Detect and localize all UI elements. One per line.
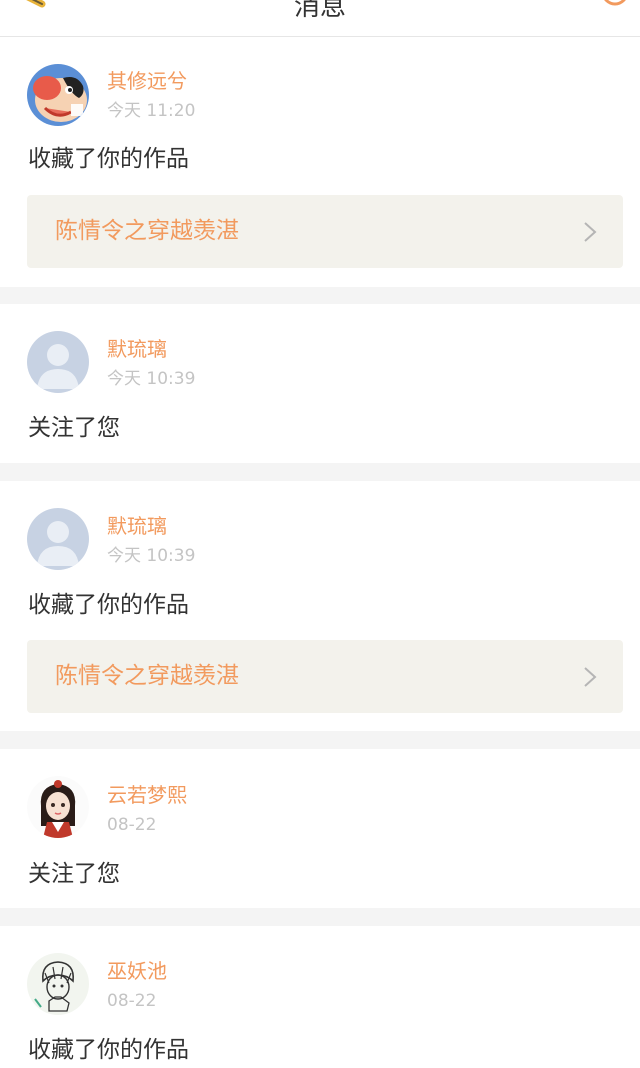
timestamp: 08-22 xyxy=(107,991,157,1011)
message-card[interactable]: 其修远兮 今天 11:20 收藏了你的作品 陈情令之穿越羡湛 xyxy=(0,37,640,287)
timestamp: 08-22 xyxy=(107,815,157,835)
work-link[interactable]: 陈情令之穿越羡湛 xyxy=(27,640,623,713)
username[interactable]: 巫妖池 xyxy=(107,959,167,983)
anime-girl-avatar-icon xyxy=(27,776,89,838)
sketch-boy-avatar-icon xyxy=(27,953,89,1015)
action-text: 收藏了你的作品 xyxy=(28,1037,189,1063)
message-card[interactable]: 默琉璃 今天 10:39 收藏了你的作品 陈情令之穿越羡湛 xyxy=(0,481,640,731)
avatar[interactable] xyxy=(27,953,89,1015)
action-text: 关注了您 xyxy=(28,861,120,887)
top-bar: 消息 xyxy=(0,0,640,37)
avatar[interactable] xyxy=(27,64,89,126)
username[interactable]: 默琉璃 xyxy=(107,514,167,538)
timestamp: 今天 10:39 xyxy=(107,369,196,389)
chevron-right-icon xyxy=(584,667,597,687)
default-avatar-icon xyxy=(27,331,89,393)
work-title: 陈情令之穿越羡湛 xyxy=(55,218,239,244)
username[interactable]: 其修远兮 xyxy=(107,69,187,93)
message-card[interactable]: 云若梦熙 08-22 关注了您 xyxy=(0,749,640,908)
avatar[interactable] xyxy=(27,776,89,838)
page-title: 消息 xyxy=(293,0,346,22)
message-card[interactable]: 巫妖池 08-22 收藏了你的作品 xyxy=(0,926,640,1068)
username[interactable]: 云若梦熙 xyxy=(107,783,187,807)
timestamp: 今天 11:20 xyxy=(107,101,196,121)
cartoon-avatar-icon xyxy=(27,64,89,126)
action-text: 收藏了你的作品 xyxy=(28,592,189,618)
avatar[interactable] xyxy=(27,508,89,570)
timestamp: 今天 10:39 xyxy=(107,546,196,566)
work-link[interactable]: 陈情令之穿越羡湛 xyxy=(27,195,623,268)
username[interactable]: 默琉璃 xyxy=(107,337,167,361)
message-card[interactable]: 默琉璃 今天 10:39 关注了您 xyxy=(0,304,640,463)
search-icon[interactable] xyxy=(600,0,634,16)
default-avatar-icon xyxy=(27,508,89,570)
chevron-right-icon xyxy=(584,222,597,242)
avatar[interactable] xyxy=(27,331,89,393)
action-text: 收藏了你的作品 xyxy=(28,146,189,172)
action-text: 关注了您 xyxy=(28,415,120,441)
work-title: 陈情令之穿越羡湛 xyxy=(55,663,239,689)
